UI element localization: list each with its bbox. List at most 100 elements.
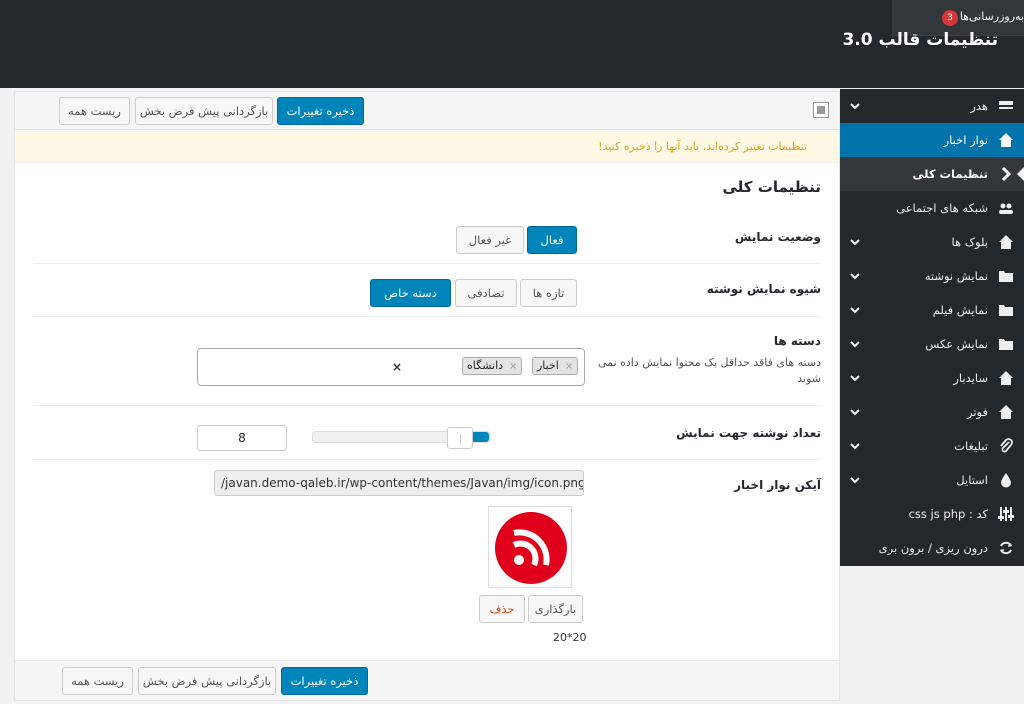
home-icon <box>999 405 1013 419</box>
sidebar-item-label: فوتر <box>967 405 988 419</box>
sidebar-item-post-display[interactable]: نمایش نوشته <box>840 259 1024 293</box>
sliders-icon <box>998 507 1014 521</box>
unsaved-notice: تنظیمات تغییر کرده‌اند، باید آنها را ذخی… <box>15 131 839 163</box>
users-icon <box>999 203 1013 214</box>
clear-selection-icon[interactable]: × <box>392 360 402 374</box>
mode-random-button[interactable]: تصادفی <box>455 279 517 307</box>
icon-preview <box>488 506 572 588</box>
admin-top-bar: 3 به‌روزرسانی‌ها تنظیمات قالب 3.0 <box>0 0 1024 88</box>
display-status-inactive-button[interactable]: غیر فعال <box>456 226 524 254</box>
folder-icon <box>999 339 1013 350</box>
chevron-down-icon[interactable] <box>850 373 860 383</box>
home-icon <box>999 235 1013 249</box>
header-icon <box>999 101 1013 109</box>
save-button-bottom[interactable]: ذخیره تغییرات <box>281 667 368 695</box>
folder-icon <box>999 305 1013 316</box>
row-divider <box>33 316 821 317</box>
sidebar-item-photo-display[interactable]: نمایش عکس <box>840 327 1024 361</box>
sidebar-item-style[interactable]: استایل <box>840 463 1024 497</box>
chevron-down-icon[interactable] <box>850 475 860 485</box>
refresh-icon <box>1000 541 1012 555</box>
updates-count-badge: 3 <box>942 10 958 26</box>
post-count-label: تعداد نوشته جهت نمایش <box>676 426 821 440</box>
post-display-mode-label: شیوه نمایش نوشته <box>706 282 821 296</box>
chevron-down-icon[interactable] <box>850 237 860 247</box>
chevron-down-icon[interactable] <box>850 305 860 315</box>
folder-icon <box>999 271 1013 282</box>
sidebar-item-label: نمایش فیلم <box>932 303 988 317</box>
sidebar-item-code[interactable]: کد : css js php <box>840 497 1024 531</box>
mode-category-button[interactable]: دسته خاص <box>370 279 451 307</box>
page-title: تنظیمات قالب 3.0 <box>842 30 998 50</box>
icon-size-text: 20*20 <box>553 631 587 644</box>
sidebar-item-sidebar[interactable]: سایدبار <box>840 361 1024 395</box>
options-sidebar: هدر نوار اخبار تنظیمات کلی شبکه های اجتم… <box>840 89 1024 566</box>
row-divider <box>33 263 821 264</box>
categories-description: دسته های فاقد حداقل یک محتوا نمایش داده … <box>598 356 821 385</box>
sidebar-item-label: شبکه های اجتماعی <box>896 201 988 215</box>
sidebar-item-label: استایل <box>956 473 988 487</box>
upload-button[interactable]: بارگذاری <box>528 595 583 623</box>
display-status-active-button[interactable]: فعال <box>527 226 577 254</box>
chevron-down-icon[interactable] <box>850 441 860 451</box>
sidebar-item-blocks[interactable]: بلوک ها <box>840 225 1024 259</box>
chevron-down-icon[interactable] <box>850 339 860 349</box>
slider-handle[interactable] <box>447 427 473 449</box>
delete-button[interactable]: حذف <box>479 595 525 623</box>
sidebar-item-footer[interactable]: فوتر <box>840 395 1024 429</box>
reset-section-button[interactable]: بازگردانی پیش فرض بخش <box>135 97 273 125</box>
chevron-down-icon[interactable] <box>850 101 860 111</box>
paperclip-icon <box>1000 438 1013 453</box>
category-tag[interactable]: × دانشگاه <box>462 357 523 375</box>
category-tag-label: دانشگاه <box>467 359 504 372</box>
sidebar-item-label: درون ریزی / برون بری <box>878 541 988 555</box>
sidebar-item-general-settings[interactable]: تنظیمات کلی <box>840 157 1024 191</box>
sidebar-item-import-export[interactable]: درون ریزی / برون بری <box>840 531 1024 565</box>
options-panel: ریست همه بازگردانی پیش فرض بخش ذخیره تغی… <box>14 91 840 701</box>
row-divider <box>33 405 821 406</box>
top-toolbar: ریست همه بازگردانی پیش فرض بخش ذخیره تغی… <box>15 92 839 130</box>
sidebar-item-label: هدر <box>970 99 988 113</box>
sidebar-item-news-bar[interactable]: نوار اخبار <box>840 123 1024 157</box>
drop-icon <box>1001 473 1011 488</box>
section-title: تنظیمات کلی <box>722 178 822 196</box>
sidebar-item-header[interactable]: هدر <box>840 89 1024 123</box>
rss-icon <box>495 512 567 584</box>
sidebar-item-label: نمایش نوشته <box>924 269 988 283</box>
home-icon <box>999 133 1013 147</box>
chevron-right-icon <box>1001 166 1012 182</box>
chevron-down-icon[interactable] <box>850 271 860 281</box>
reset-section-button-bottom[interactable]: بازگردانی پیش فرض بخش <box>138 667 276 695</box>
chevron-down-icon[interactable] <box>850 407 860 417</box>
reset-all-button[interactable]: ریست همه <box>59 97 130 125</box>
tag-remove-icon[interactable]: × <box>509 361 517 372</box>
post-count-slider[interactable] <box>312 427 490 449</box>
sidebar-item-label: کد : css js php <box>908 507 988 521</box>
tag-remove-icon[interactable]: × <box>565 361 573 372</box>
sidebar-item-social[interactable]: شبکه های اجتماعی <box>840 191 1024 225</box>
display-status-label: وضعیت نمایش <box>734 230 821 244</box>
mode-recent-button[interactable]: تازه ها <box>520 279 577 307</box>
sidebar-item-label: بلوک ها <box>951 235 988 249</box>
news-icon-label: آیکن نوار اخبار <box>734 478 821 492</box>
categories-multiselect[interactable]: × اخبار × دانشگاه × <box>197 348 585 386</box>
post-count-input[interactable]: 8 <box>197 425 287 451</box>
current-indicator <box>1017 166 1024 182</box>
sidebar-item-label: تنظیمات کلی <box>912 167 988 181</box>
layout-toggle-icon[interactable] <box>813 102 829 118</box>
category-tag[interactable]: × اخبار <box>532 357 579 375</box>
save-button[interactable]: ذخیره تغییرات <box>277 97 364 125</box>
row-divider <box>33 459 821 460</box>
bottom-toolbar: ریست همه بازگردانی پیش فرض بخش ذخیره تغی… <box>15 660 839 700</box>
reset-all-button-bottom[interactable]: ریست همه <box>62 667 133 695</box>
sidebar-item-ads[interactable]: تبلیغات <box>840 429 1024 463</box>
icon-url-input[interactable]: /javan.demo-qaleb.ir/wp-content/themes/J… <box>214 470 584 496</box>
slider-fill <box>471 432 489 442</box>
category-tag-label: اخبار <box>537 359 559 372</box>
sidebar-item-label: تبلیغات <box>954 439 988 453</box>
sidebar-item-video-display[interactable]: نمایش فیلم <box>840 293 1024 327</box>
categories-label: دسته ها <box>773 334 821 348</box>
sidebar-item-label: نوار اخبار <box>943 133 988 147</box>
updates-label[interactable]: به‌روزرسانی‌ها <box>960 10 1024 23</box>
unsaved-notice-text: تنظیمات تغییر کرده‌اند، باید آنها را ذخی… <box>598 140 807 153</box>
